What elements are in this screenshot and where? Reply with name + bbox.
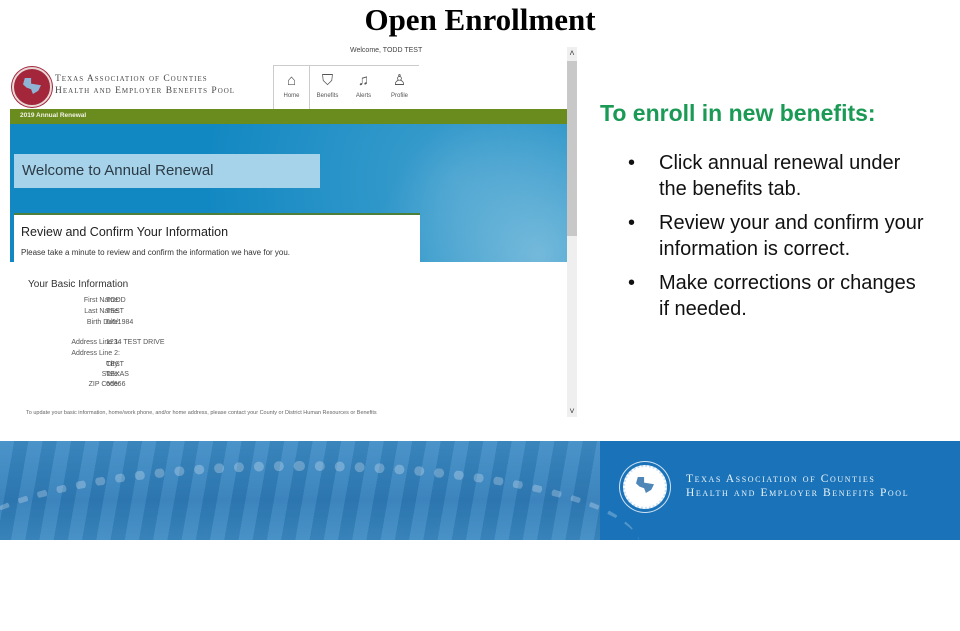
slide-title: Open Enrollment bbox=[364, 2, 596, 37]
field-value: TEST bbox=[106, 308, 124, 315]
scroll-down-icon[interactable]: ˅ bbox=[567, 405, 577, 417]
instruction-text: Click annual renewal under the benefits … bbox=[659, 152, 901, 200]
instruction-item: • Click annual renewal under the benefits… bbox=[628, 150, 928, 202]
org-name-line2: Health and Employer Benefits Pool bbox=[55, 86, 236, 96]
org-name: Texas Association of Counties Health and… bbox=[55, 73, 235, 97]
welcome-banner-text: Welcome to Annual Renewal bbox=[22, 162, 214, 179]
footer-org-line1: Texas Association of Counties bbox=[686, 473, 876, 485]
bullet-icon: • bbox=[628, 212, 636, 234]
org-logo[interactable]: Texas Association of Counties Health and… bbox=[10, 67, 275, 109]
nav-profile-label: Profile bbox=[390, 93, 408, 99]
nav-alerts[interactable]: ♫ Alerts bbox=[346, 66, 381, 109]
welcome-user-text: Welcome, TODD TEST bbox=[350, 47, 423, 54]
instruction-item: • Make corrections or changes if needed. bbox=[628, 270, 928, 322]
instruction-text: Make corrections or changes if needed. bbox=[659, 272, 916, 320]
bullet-icon: • bbox=[628, 152, 636, 174]
scrollbar-thumb[interactable] bbox=[567, 61, 577, 236]
org-name-line1: Texas Association of Counties bbox=[55, 74, 208, 84]
update-info-note: To update your basic information, home/w… bbox=[26, 410, 377, 416]
review-card-heading: Review and Confirm Your Information bbox=[21, 225, 229, 239]
person-icon: ♙ bbox=[392, 72, 407, 89]
bell-icon: ♫ bbox=[357, 72, 370, 89]
field-value: TEST bbox=[106, 361, 124, 368]
portal-screenshot: Welcome, TODD TEST Texas Association of … bbox=[10, 45, 580, 420]
footer-org-line2: Health and Employer Benefits Pool bbox=[686, 487, 910, 499]
home-icon: ⌂ bbox=[286, 72, 297, 89]
instructions-list: • Click annual renewal under the benefits… bbox=[628, 150, 928, 330]
vertical-scrollbar[interactable]: ˄ ˅ bbox=[567, 47, 577, 417]
nav-benefits-label: Benefits bbox=[316, 93, 339, 99]
field-value: TEXAS bbox=[106, 371, 129, 378]
field-value: 6/6/1984 bbox=[106, 319, 134, 326]
instructions-title: To enroll in new benefits: bbox=[600, 100, 876, 126]
review-card-text: Please take a minute to review and confi… bbox=[21, 248, 291, 257]
nav-benefits[interactable]: ⛉ Benefits bbox=[310, 66, 345, 109]
capitol-dome-photo bbox=[0, 441, 640, 540]
welcome-banner: Welcome to Annual Renewal bbox=[14, 154, 320, 188]
bullet-icon: • bbox=[628, 272, 636, 294]
nav-profile[interactable]: ♙ Profile bbox=[382, 66, 417, 109]
section-bar: 2019 Annual Renewal bbox=[10, 109, 567, 124]
scroll-up-icon[interactable]: ˄ bbox=[567, 47, 577, 59]
footer-seal-icon bbox=[623, 465, 667, 509]
field-value: 66666 bbox=[106, 381, 126, 388]
nav-home[interactable]: ⌂ Home bbox=[274, 66, 310, 109]
tac-seal-icon bbox=[12, 67, 52, 107]
nav-alerts-label: Alerts bbox=[355, 93, 372, 99]
nav-home-label: Home bbox=[283, 93, 300, 99]
field-value: 1234 TEST DRIVE bbox=[106, 339, 165, 346]
field-label: Address Line 2: bbox=[71, 350, 120, 357]
top-nav: ⌂ Home ⛉ Benefits ♫ Alerts ♙ Profile bbox=[273, 65, 419, 109]
shield-icon: ⛉ bbox=[321, 72, 334, 89]
slide-footer: Texas Association of Counties Health and… bbox=[0, 441, 960, 540]
instruction-text: Review your and confirm your information… bbox=[659, 212, 924, 260]
footer-org-name: Texas Association of Counties Health and… bbox=[686, 472, 909, 500]
basic-info-heading: Your Basic Information bbox=[28, 279, 129, 290]
instruction-item: • Review your and confirm your informatio… bbox=[628, 210, 928, 262]
basic-info-section: Your Basic Information bbox=[28, 279, 128, 290]
section-bar-label: 2019 Annual Renewal bbox=[20, 112, 87, 119]
field-value: TODD bbox=[106, 297, 126, 304]
review-card: Review and Confirm Your Information Plea… bbox=[14, 213, 420, 275]
